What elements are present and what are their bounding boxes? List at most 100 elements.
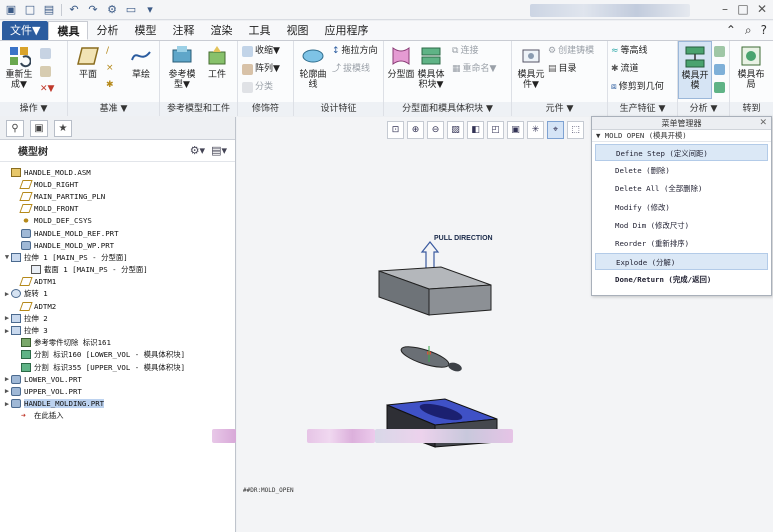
pattern-button[interactable]: 阵列▼	[242, 63, 280, 76]
menu-manager-item[interactable]: Reorder (重新排序)	[595, 235, 768, 252]
menu-manager-item[interactable]: Done/Return (完成/返回)	[595, 271, 768, 288]
tree-row[interactable]: HANDLE_MOLD.ASM	[0, 166, 235, 178]
help-icon[interactable]: ?	[761, 23, 767, 38]
menu-manager-item[interactable]: Explode (分解)	[595, 253, 768, 271]
tab-view[interactable]: 视图	[278, 21, 316, 40]
menu-manager-item[interactable]: Mod Dim (修改尺寸)	[595, 217, 768, 234]
favorites-tab-icon[interactable]: ★	[54, 119, 72, 137]
windows-icon[interactable]: ▭	[124, 3, 138, 17]
menu-manager-item[interactable]: Define Step (定义间距)	[595, 144, 768, 161]
tree-row[interactable]: ADTM1	[0, 276, 235, 288]
tree-row[interactable]: 截面 1 [MAIN_PS - 分型面]	[0, 264, 235, 276]
expand-toggle-icon[interactable]: ▶	[3, 375, 11, 383]
tree-row[interactable]: ▶ 旋转 1	[0, 288, 235, 300]
axis-icon[interactable]: /	[106, 45, 109, 58]
plane-button[interactable]: 平面	[71, 41, 105, 80]
save-icon[interactable]: ▤	[42, 3, 56, 17]
tab-annotate[interactable]: 注释	[164, 21, 202, 40]
tree-row[interactable]: 分割 标识355 [UPPER_VOL - 模具体积块]	[0, 361, 235, 373]
analysis-tool-1-icon[interactable]	[714, 45, 725, 58]
new-icon[interactable]: ▣	[4, 3, 18, 17]
merge-button[interactable]: ⧉ 连接	[452, 45, 478, 58]
expand-toggle-icon[interactable]: ▶	[3, 400, 11, 408]
folder-browser-tab-icon[interactable]: ▣	[30, 119, 48, 137]
tab-file[interactable]: 文件▼	[2, 21, 49, 40]
tree-row[interactable]: MOLD_RIGHT	[0, 178, 235, 190]
tree-settings-icon[interactable]: ▤▾	[211, 144, 227, 157]
tree-row[interactable]: ▶ HANDLE_MOLDING.PRT	[0, 398, 235, 410]
mold-layout-button[interactable]: 模具布局	[734, 41, 768, 90]
mold-component-button[interactable]: 模具元件▼	[514, 41, 548, 90]
open-icon[interactable]: □	[23, 3, 37, 17]
delete-button[interactable]: ✕▼	[40, 83, 54, 96]
copy-icon[interactable]	[40, 47, 51, 60]
model-tree-tab-icon[interactable]: ⚲	[6, 119, 24, 137]
create-casting-button[interactable]: ⚙ 创建铸模	[548, 45, 594, 58]
expand-toggle-icon[interactable]: ▼	[3, 253, 11, 261]
mold-open-submenu-header[interactable]: ▼ MOLD OPEN (模具开模)	[592, 130, 771, 142]
tree-row[interactable]: ➜ 在此插入	[0, 410, 235, 422]
parting-surface-button[interactable]: 分型面	[384, 41, 418, 80]
regenerate-button[interactable]: 重新生成▼	[2, 41, 36, 90]
close-icon[interactable]: ✕	[759, 117, 767, 130]
menu-manager-item[interactable]: Delete All (全部删除)	[595, 180, 768, 197]
analysis-tool-2-icon[interactable]	[714, 63, 725, 76]
undo-icon[interactable]: ↶	[67, 3, 81, 17]
maximize-icon[interactable]: □	[734, 2, 752, 17]
reference-model-button[interactable]: 参考模型▼	[165, 41, 199, 90]
tab-analysis[interactable]: 分析	[88, 21, 126, 40]
trim-to-geometry-button[interactable]: ⧈ 修剪到几何	[611, 81, 664, 94]
tab-render[interactable]: 渲染	[202, 21, 240, 40]
mold-volume-button[interactable]: 模具体积块▼	[414, 41, 448, 90]
tree-row[interactable]: HANDLE_MOLD_WP.PRT	[0, 239, 235, 251]
catalog-button[interactable]: ▤ 目录	[548, 63, 577, 76]
tree-row[interactable]: ▶ 拉伸 2	[0, 312, 235, 324]
draw-direction-button[interactable]: ↕ 拖拉方向	[332, 45, 378, 58]
close-window-icon[interactable]: ▾	[143, 3, 157, 17]
search-icon[interactable]: ⌕	[745, 23, 752, 38]
tree-row[interactable]: HANDLE_MOLD_REF.PRT	[0, 227, 235, 239]
expand-toggle-icon[interactable]: ▶	[3, 327, 11, 335]
tree-row[interactable]: MOLD_FRONT	[0, 203, 235, 215]
analysis-tool-3-icon[interactable]	[714, 81, 725, 94]
tab-tools[interactable]: 工具	[240, 21, 278, 40]
shrink-button[interactable]: 收缩▼	[242, 45, 280, 58]
tree-row[interactable]: ▶ 拉伸 3	[0, 324, 235, 336]
redo-icon[interactable]: ↷	[86, 3, 100, 17]
menu-manager-item[interactable]: Delete (删除)	[595, 162, 768, 179]
minimize-icon[interactable]: –	[716, 2, 734, 17]
point-icon[interactable]: ×	[106, 62, 114, 75]
tree-row[interactable]: ▶ UPPER_VOL.PRT	[0, 385, 235, 397]
expand-toggle-icon[interactable]: ▶	[3, 387, 11, 395]
ribbon-toggle-icon[interactable]: ⌃	[726, 23, 736, 38]
close-icon[interactable]: ✕	[753, 2, 771, 17]
tree-row[interactable]: MOLD_DEF_CSYS	[0, 215, 235, 227]
tree-row[interactable]: ▼ 拉伸 1 [MAIN_PS - 分型面]	[0, 251, 235, 263]
silhouette-curve-button[interactable]: 轮廓曲线	[296, 41, 330, 90]
sketch-button[interactable]: 草绘	[124, 41, 158, 80]
draft-line-button[interactable]: ⤴ 拔模线	[332, 63, 370, 76]
paste-icon[interactable]	[40, 65, 51, 78]
expand-toggle-icon[interactable]: ▶	[3, 314, 11, 322]
waterline-button[interactable]: ≈ 等高线	[611, 45, 648, 58]
menu-manager-item[interactable]: Modify (修改)	[595, 199, 768, 216]
rename-button[interactable]: ▦ 重命名▼	[452, 63, 496, 76]
tree-row[interactable]: ADTM2	[0, 300, 235, 312]
tab-model[interactable]: 模型	[126, 21, 164, 40]
tab-applications[interactable]: 应用程序	[316, 21, 376, 40]
csys-icon[interactable]: ✱	[106, 79, 114, 92]
runner-button[interactable]: ✱ 流道	[611, 63, 639, 76]
regenerate-icon[interactable]: ⚙	[105, 3, 119, 17]
tree-row[interactable]: MAIN_PARTING_PLN	[0, 190, 235, 202]
part-icon	[21, 240, 31, 250]
mold-open-button[interactable]: 模具开模	[678, 41, 712, 99]
tree-row[interactable]: ▶ LOWER_VOL.PRT	[0, 373, 235, 385]
expand-toggle-icon[interactable]: ▶	[3, 290, 11, 298]
classify-button[interactable]: 分类	[242, 81, 273, 94]
tree-filter-icon[interactable]: ⚙▾	[190, 144, 205, 157]
datum-plane-icon	[19, 277, 33, 287]
tab-mold[interactable]: 模具	[48, 21, 89, 40]
workpiece-button[interactable]: 工件	[200, 41, 234, 80]
tree-row[interactable]: 参考零件切除 标识161	[0, 337, 235, 349]
tree-row[interactable]: 分割 标识160 [LOWER_VOL - 模具体积块]	[0, 349, 235, 361]
